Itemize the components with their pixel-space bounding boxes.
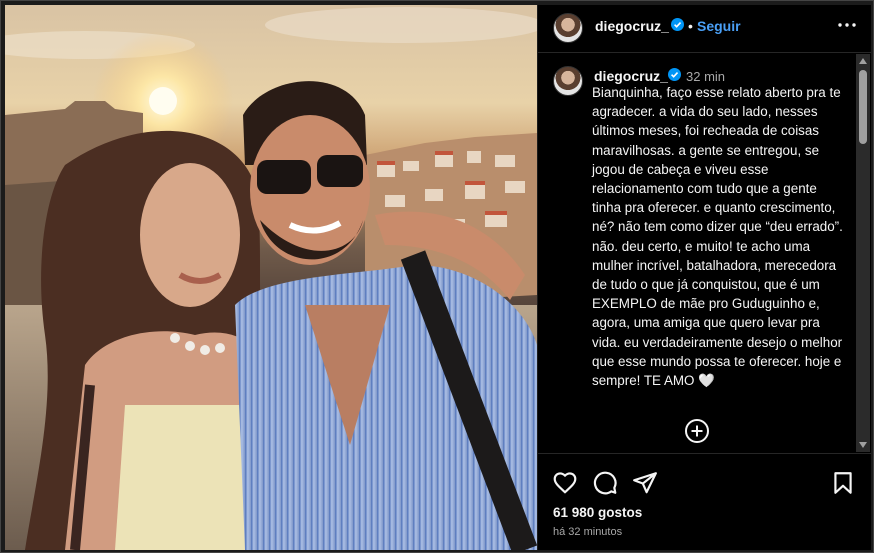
scrollbar-thumb[interactable] [859,70,867,144]
comments-scrollbar[interactable] [856,54,870,452]
more-options-icon[interactable] [835,13,859,37]
heart-icon[interactable] [552,470,578,496]
post-sidebar: diegocruz_ • Seguir diegocruz_ 32 min Bi… [538,5,871,550]
caption-timestamp: 32 min [686,69,726,84]
caption-author-avatar[interactable] [553,66,583,96]
bookmark-icon[interactable] [830,470,856,496]
post-photo[interactable] [5,5,537,550]
author-avatar[interactable] [553,13,583,43]
caption-username[interactable]: diegocruz_ [594,68,668,84]
scroll-down-arrow-icon[interactable] [859,442,867,448]
verified-badge-icon [668,68,681,81]
comment-icon[interactable] [592,470,618,496]
scroll-up-arrow-icon[interactable] [859,58,867,64]
caption-text: Bianquinha, faço esse relato aberto pra … [592,85,843,389]
comments-panel: diegocruz_ 32 min Bianquinha, faço esse … [538,54,871,452]
author-username[interactable]: diegocruz_ [595,18,669,34]
add-comment-icon[interactable] [684,418,710,444]
post-time: há 32 minutos [553,526,623,538]
share-icon[interactable] [632,470,658,496]
post-header: diegocruz_ • Seguir [538,5,871,53]
follow-button[interactable]: Seguir [697,18,741,34]
photo-illustration [5,7,537,550]
post-actions: 61 980 gostos há 32 minutos [538,453,871,550]
separator-dot: • [688,18,693,34]
post-modal: diegocruz_ • Seguir diegocruz_ 32 min Bi… [0,0,874,553]
verified-badge-icon [671,18,684,31]
likes-count[interactable]: 61 980 gostos [553,505,642,520]
